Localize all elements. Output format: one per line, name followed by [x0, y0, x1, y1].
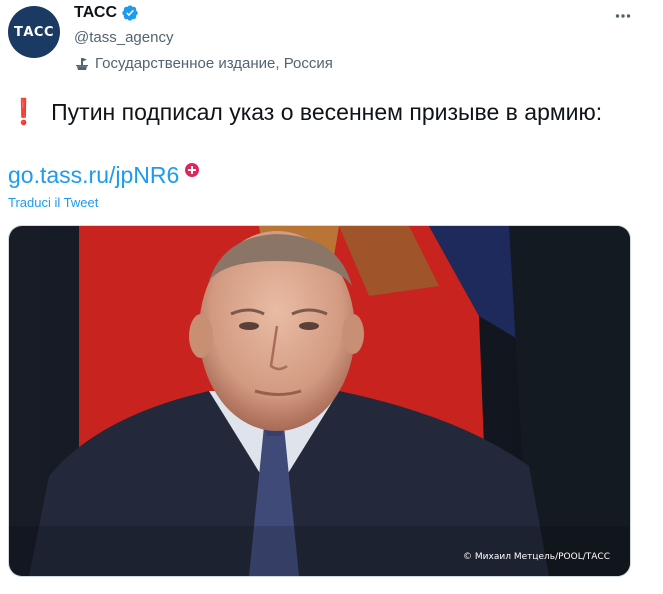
state-media-icon — [76, 57, 88, 70]
verified-badge-icon — [122, 5, 138, 21]
tweet-photo[interactable]: © Михаил Метцель/POOL/ТАСС — [8, 225, 631, 577]
display-name-row[interactable]: ТАСС — [74, 4, 139, 22]
tweet-body: Путин подписал указ о весеннем призыве в… — [51, 99, 603, 125]
account-label-text: Государственное издание, Россия — [95, 55, 333, 72]
translate-tweet-link[interactable]: Traduci il Tweet — [8, 195, 98, 210]
more-icon[interactable] — [611, 4, 635, 28]
tweet-link-row: go.tass.ru/jpNR6 — [8, 160, 200, 190]
exclamation-icon: ❗ — [8, 98, 40, 126]
handle[interactable]: @tass_agency — [74, 29, 173, 46]
tweet-card: ТАСС ТАСС @tass_agency Государственное и… — [0, 0, 663, 594]
photo-illustration — [9, 226, 630, 576]
photo-caption: © Михаил Метцель/POOL/ТАСС — [463, 552, 610, 562]
account-label[interactable]: Государственное издание, Россия — [74, 55, 333, 72]
display-name[interactable]: ТАСС — [74, 4, 117, 22]
tweet-link[interactable]: go.tass.ru/jpNR6 — [8, 160, 179, 190]
plus-circle-icon — [185, 163, 200, 177]
tweet-text: ❗ Путин подписал указ о весеннем призыве … — [8, 96, 628, 128]
avatar-text: ТАСС — [13, 24, 54, 40]
avatar[interactable]: ТАСС — [8, 6, 60, 58]
ellipsis-icon — [615, 14, 631, 18]
